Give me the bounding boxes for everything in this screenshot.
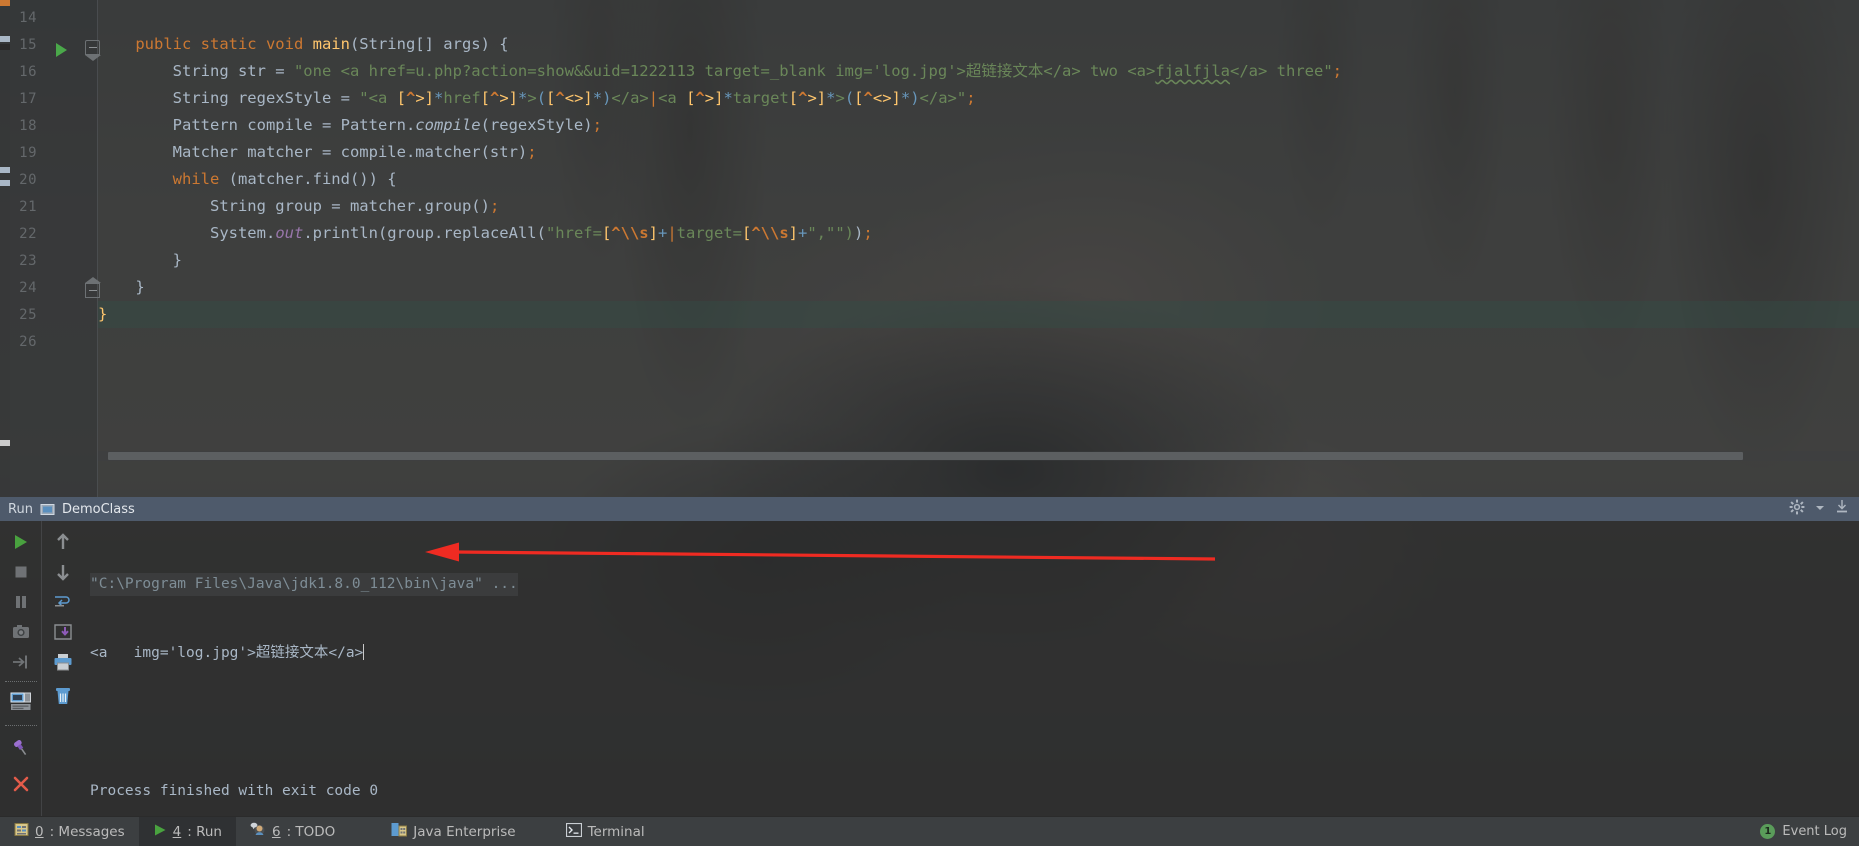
sidebar-item-java-enterprise[interactable]: Java Enterprise xyxy=(377,817,529,846)
stop-button[interactable] xyxy=(6,557,36,587)
scrollbar-thumb[interactable] xyxy=(108,452,1743,460)
code-line-19[interactable]: Matcher matcher = compile.matcher(str); xyxy=(98,139,537,166)
code-line-23[interactable]: } xyxy=(98,247,182,274)
enter-arrow-icon[interactable] xyxy=(6,647,36,677)
line-number: 23 xyxy=(19,253,37,269)
line-number: 24 xyxy=(19,280,37,296)
tab-label: Terminal xyxy=(587,823,645,840)
editor-horizontal-scrollbar[interactable] xyxy=(98,451,1859,461)
code-line-20[interactable]: while (matcher.find()) { xyxy=(98,166,397,193)
run-left-toolbar[interactable] xyxy=(0,521,42,816)
run-tab-name[interactable]: DemoClass xyxy=(62,502,135,517)
sidebar-item-terminal[interactable]: Terminal xyxy=(552,817,659,846)
run-right-toolbar[interactable] xyxy=(42,521,84,816)
code-line-15[interactable]: public static void main(String[] args) { xyxy=(98,31,508,58)
play-icon xyxy=(153,823,167,841)
camera-icon[interactable] xyxy=(6,617,36,647)
red-arrow-annotation xyxy=(425,541,1216,563)
line-number: 19 xyxy=(19,145,37,161)
program-output-text: <a img='log.jpg'>超链接文本</a> xyxy=(90,645,364,661)
soft-wrap-icon[interactable] xyxy=(48,587,78,617)
console-output[interactable]: "C:\Program Files\Java\jdk1.8.0_112\bin\… xyxy=(90,527,1847,812)
event-log-count-badge: 1 xyxy=(1760,824,1776,839)
status-bar-right[interactable]: 1 Event Log xyxy=(1760,824,1859,839)
java-command-text: "C:\Program Files\Java\jdk1.8.0_112\bin\… xyxy=(90,573,518,596)
run-gutter-icon[interactable] xyxy=(56,43,67,57)
todo-icon xyxy=(250,822,266,841)
event-log-label[interactable]: Event Log xyxy=(1782,824,1847,839)
marker-stripe xyxy=(0,0,10,6)
tab-label: Java Enterprise xyxy=(413,823,516,840)
terminal-icon xyxy=(565,822,582,841)
line-number: 25 xyxy=(19,307,37,323)
tab-label: : Run xyxy=(187,823,222,840)
line-number: 17 xyxy=(19,91,37,107)
code-line-22[interactable]: System.out.println(group.replaceAll("hre… xyxy=(98,220,873,247)
run-window-header[interactable]: Run DemoClass xyxy=(0,497,1859,521)
code-line-17[interactable]: String regexStyle = "<a [^>]*href[^>]*>(… xyxy=(98,85,976,112)
editor-gutter[interactable]: 14 15 16 17 18 19 20 21 22 23 24 25 26 xyxy=(10,0,101,497)
toolbar-divider xyxy=(5,681,37,682)
line-number: 15 xyxy=(19,37,37,53)
code-line-21[interactable]: String group = matcher.group(); xyxy=(98,193,499,220)
code-line-18[interactable]: Pattern compile = Pattern.compile(regexS… xyxy=(98,112,602,139)
tab-mnemonic: 4 xyxy=(172,823,182,840)
process-exit-text: Process finished with exit code 0 xyxy=(90,783,379,799)
console-line-output: <a img='log.jpg'>超链接文本</a> xyxy=(90,642,1847,665)
line-number: 26 xyxy=(19,334,37,350)
line-number: 20 xyxy=(19,172,37,188)
arrow-down-icon[interactable] xyxy=(48,557,78,587)
console-line-exit: Process finished with exit code 0 xyxy=(90,780,1847,803)
run-config-class-icon xyxy=(40,502,55,517)
code-text[interactable]: public static void main(String[] args) {… xyxy=(98,0,1859,470)
sidebar-item-messages[interactable]: 0 : Messages xyxy=(0,817,139,846)
chevron-down-icon[interactable] xyxy=(1815,502,1825,517)
tab-mnemonic: 0 xyxy=(35,823,44,840)
console-line-command: "C:\Program Files\Java\jdk1.8.0_112\bin\… xyxy=(90,573,1847,596)
bottom-tool-window-bar[interactable]: 0 : Messages 4 : Run 6 : TODO Java Enterpri… xyxy=(0,816,1859,846)
code-line-25[interactable]: } xyxy=(98,301,1859,328)
run-window-title: Run xyxy=(8,501,33,517)
console-caret xyxy=(363,644,365,660)
line-number: 14 xyxy=(19,10,37,26)
code-line-24[interactable]: } xyxy=(98,274,144,301)
sidebar-item-todo[interactable]: 6 : TODO xyxy=(236,817,349,846)
sidebar-item-run[interactable]: 4 : Run xyxy=(138,816,236,846)
messages-icon xyxy=(14,822,29,841)
java-ee-icon xyxy=(391,822,408,841)
line-number: 16 xyxy=(19,64,37,80)
pause-button[interactable] xyxy=(6,587,36,617)
trash-icon[interactable] xyxy=(48,681,78,711)
gear-icon[interactable] xyxy=(1789,499,1805,519)
rerun-button[interactable] xyxy=(6,527,36,557)
tab-label: : Messages xyxy=(49,823,125,840)
arrow-up-icon[interactable] xyxy=(48,527,78,557)
toolbar-divider xyxy=(5,725,37,726)
marker-stripe xyxy=(0,440,10,446)
run-window-body[interactable]: "C:\Program Files\Java\jdk1.8.0_112\bin\… xyxy=(0,521,1859,816)
close-x-icon[interactable] xyxy=(6,769,36,799)
pushpin-icon[interactable] xyxy=(6,733,36,763)
code-editor[interactable]: 14 15 16 17 18 19 20 21 22 23 24 25 26 p… xyxy=(0,0,1859,497)
printer-icon[interactable] xyxy=(48,647,78,677)
tab-mnemonic: 6 xyxy=(271,823,281,840)
line-number: 21 xyxy=(19,199,37,215)
line-number: 18 xyxy=(19,118,37,134)
console-window-icon[interactable] xyxy=(6,687,36,717)
tab-label: : TODO xyxy=(286,823,336,840)
line-number: 22 xyxy=(19,226,37,242)
hide-window-icon[interactable] xyxy=(1835,499,1849,519)
scroll-to-end-icon[interactable] xyxy=(48,617,78,647)
code-line-16[interactable]: String str = "one <a href=u.php?action=s… xyxy=(98,58,1342,85)
